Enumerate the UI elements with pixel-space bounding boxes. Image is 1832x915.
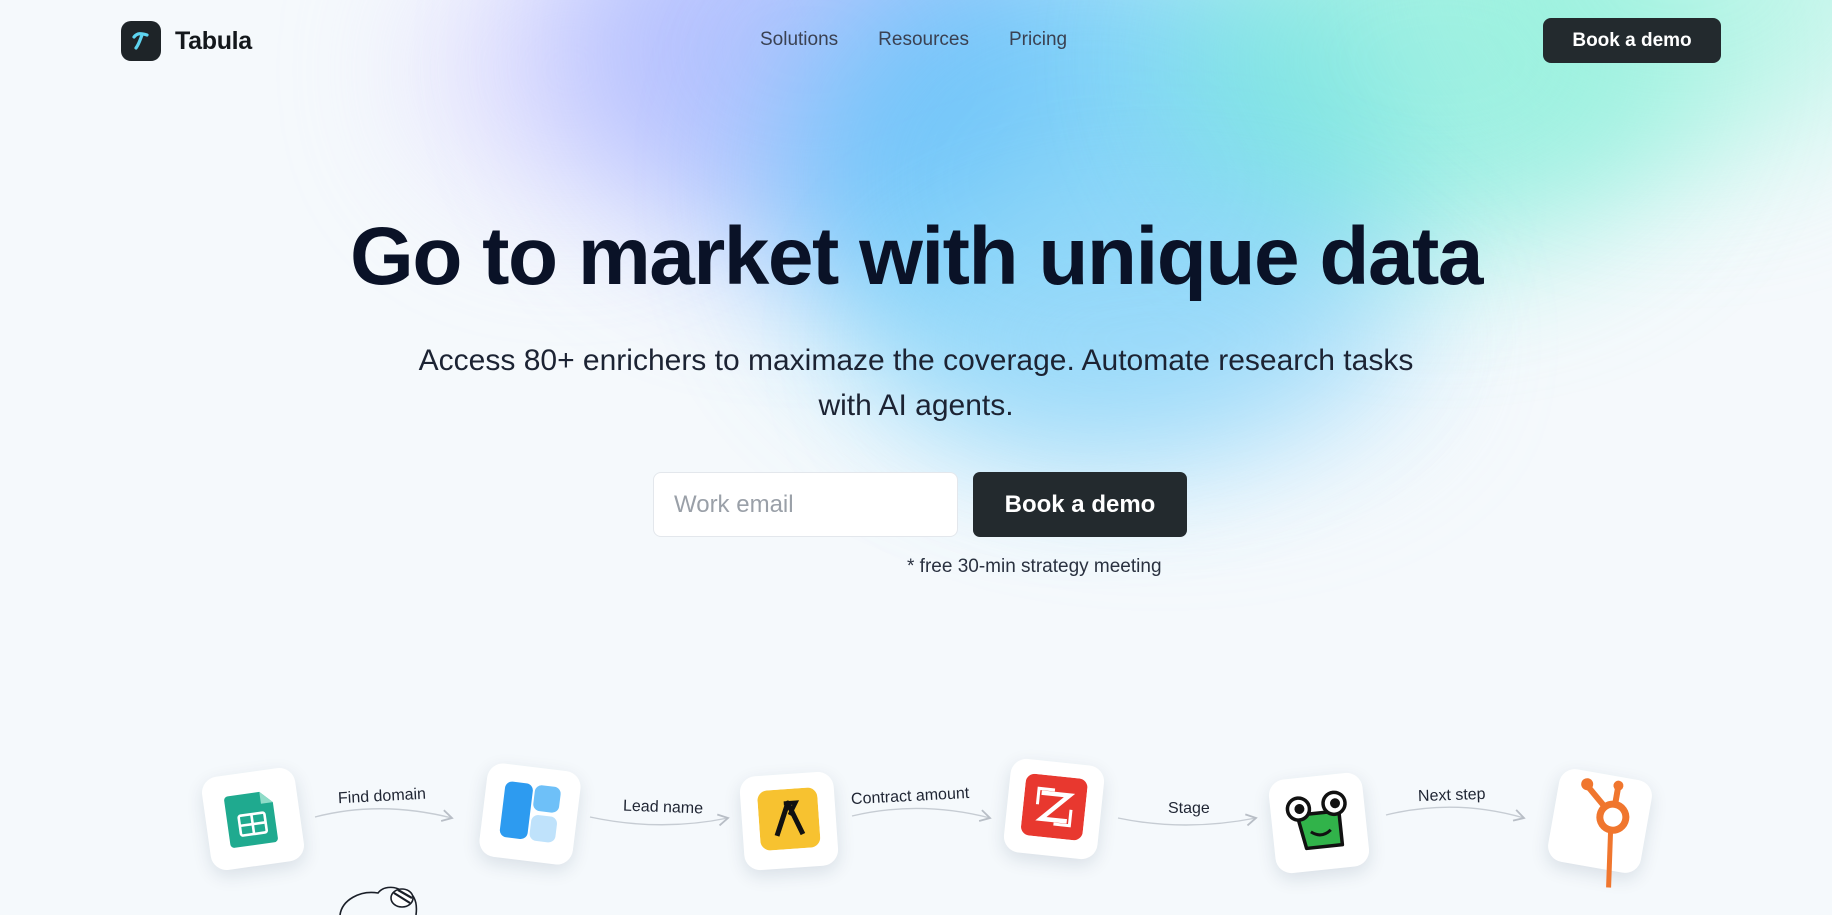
hero-book-demo-button[interactable]: Book a demo (973, 472, 1187, 537)
tabula-logo-icon (121, 21, 161, 61)
main-nav: Solutions Resources Pricing (760, 29, 1067, 51)
nav-resources[interactable]: Resources (878, 29, 969, 51)
site-header: Tabula Solutions Resources Pricing Book … (0, 0, 1832, 82)
step-label-next-step: Next step (1417, 785, 1486, 806)
step-label-find-domain: Find domain (337, 785, 427, 808)
zoominfo-tile (1002, 757, 1106, 861)
hubspot-icon (1563, 771, 1656, 907)
nav-pricing[interactable]: Pricing (1009, 29, 1067, 51)
blue-app-icon (496, 778, 563, 850)
step-label-contract-amount: Contract amount (850, 784, 970, 809)
blue-app-tile (477, 761, 583, 867)
nav-solutions[interactable]: Solutions (760, 29, 838, 51)
apollo-tile (738, 770, 840, 872)
google-sheets-icon (221, 783, 286, 855)
frog-app-icon (1283, 787, 1355, 859)
step-label-stage: Stage (1168, 800, 1210, 817)
brand-logo[interactable]: Tabula (121, 21, 252, 61)
hero-subtitle: Access 80+ enrichers to maximaze the cov… (418, 344, 1414, 422)
work-email-input[interactable] (653, 472, 958, 537)
step-label-lead-name: Lead name (622, 797, 704, 818)
hubspot-tile (1545, 766, 1655, 888)
frog-app-tile (1267, 771, 1371, 875)
google-sheets-tile (199, 765, 307, 873)
apollo-icon (757, 786, 821, 855)
zoominfo-icon (1020, 772, 1089, 845)
brand-name: Tabula (175, 26, 252, 55)
header-book-demo-button[interactable]: Book a demo (1543, 18, 1721, 63)
hero-title: Go to market with unique data (350, 211, 1483, 302)
meeting-note: * free 30-min strategy meeting (907, 556, 1162, 577)
